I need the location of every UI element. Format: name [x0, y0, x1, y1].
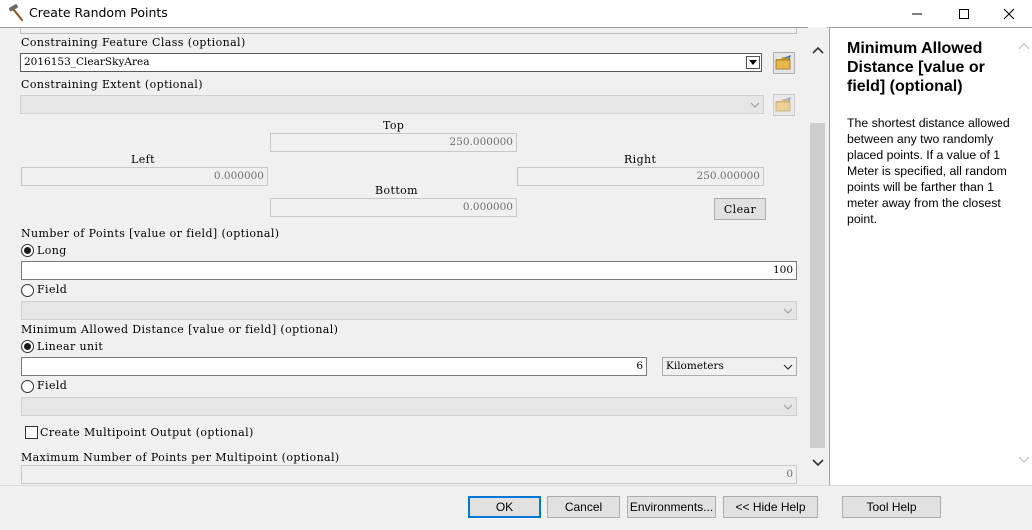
extent-left-label: Left	[131, 153, 155, 166]
help-panel: Minimum Allowed Distance [value or field…	[829, 27, 1032, 485]
scroll-up-button[interactable]	[808, 41, 827, 59]
constraining-extent-label: Constraining Extent (optional)	[21, 78, 203, 91]
chevron-down-icon[interactable]	[746, 56, 760, 69]
constraining-feature-class-combo[interactable]: 2016153_ClearSkyArea	[20, 53, 762, 72]
chevron-down-icon	[780, 398, 796, 415]
extent-right-input[interactable]: 250.000000	[517, 167, 764, 186]
long-radio-label: Long	[37, 244, 67, 257]
long-radio[interactable]	[21, 244, 34, 257]
chevron-down-icon	[811, 459, 824, 467]
maximize-icon	[959, 8, 969, 19]
constraining-feature-class-value: 2016153_ClearSkyArea	[24, 56, 150, 68]
chevron-down-icon[interactable]	[1018, 456, 1030, 464]
folder-icon	[775, 55, 791, 70]
max-points-label: Maximum Number of Points per Multipoint …	[21, 451, 340, 464]
window-title: Create Random Points	[29, 5, 168, 20]
previous-field-edge	[20, 28, 797, 34]
folder-icon	[775, 97, 791, 112]
button-bar: OK Cancel Environments... << Hide Help T…	[0, 485, 1032, 530]
distance-field-radio-label: Field	[37, 379, 68, 392]
browse-extent-button[interactable]	[773, 94, 795, 116]
scroll-thumb[interactable]	[810, 123, 825, 448]
unit-select-value: Kilometers	[666, 360, 724, 372]
number-of-points-input[interactable]: 100	[21, 261, 797, 280]
tool-help-button[interactable]: Tool Help	[842, 496, 941, 518]
browse-feature-class-button[interactable]	[773, 52, 795, 74]
minimum-distance-label: Minimum Allowed Distance [value or field…	[21, 323, 339, 336]
linear-unit-radio-label: Linear unit	[37, 340, 104, 353]
chevron-up-icon	[811, 46, 824, 54]
help-body: The shortest distance allowed between an…	[847, 116, 1010, 226]
linear-unit-radio[interactable]	[21, 340, 34, 353]
minimize-button[interactable]	[894, 0, 940, 27]
ok-button[interactable]: OK	[468, 496, 541, 518]
maximize-button[interactable]	[941, 0, 987, 27]
extent-top-input[interactable]: 250.000000	[270, 133, 517, 152]
max-points-input[interactable]: 0	[21, 465, 797, 484]
extent-top-label: Top	[383, 119, 405, 132]
distance-field-radio[interactable]	[21, 380, 34, 393]
parameters-panel: Constraining Feature Class (optional) 20…	[0, 27, 828, 485]
constraining-extent-combo[interactable]	[20, 95, 764, 114]
form-scrollbar[interactable]	[808, 27, 827, 485]
extent-bottom-input[interactable]: 0.000000	[270, 198, 517, 217]
hammer-icon	[8, 4, 24, 22]
help-title: Minimum Allowed Distance [value or field…	[847, 40, 985, 95]
close-icon	[1003, 8, 1015, 19]
number-of-points-label: Number of Points [value or field] (optio…	[21, 227, 280, 240]
chevron-down-icon	[780, 302, 796, 319]
cancel-button[interactable]: Cancel	[547, 496, 620, 518]
close-button[interactable]	[986, 0, 1032, 27]
points-field-radio-label: Field	[37, 283, 68, 296]
multipoint-checkbox[interactable]	[25, 426, 38, 439]
points-field-radio[interactable]	[21, 284, 34, 297]
unit-select[interactable]: Kilometers	[662, 357, 797, 376]
chevron-up-icon[interactable]	[1018, 42, 1030, 50]
extent-right-label: Right	[624, 153, 657, 166]
extent-left-input[interactable]: 0.000000	[21, 167, 268, 186]
multipoint-label: Create Multipoint Output (optional)	[40, 426, 254, 439]
constraining-feature-class-label: Constraining Feature Class (optional)	[21, 36, 246, 49]
points-field-combo[interactable]	[21, 301, 797, 320]
clear-extent-button[interactable]: Clear	[714, 198, 766, 220]
extent-bottom-label: Bottom	[375, 184, 419, 197]
distance-field-combo[interactable]	[21, 397, 797, 416]
scroll-down-button[interactable]	[808, 455, 827, 471]
linear-unit-input[interactable]: 6	[21, 357, 647, 376]
environments-button[interactable]: Environments...	[627, 496, 716, 518]
title-bar: Create Random Points	[0, 0, 1032, 27]
chevron-down-icon	[780, 358, 796, 375]
hide-help-button[interactable]: << Hide Help	[723, 496, 818, 518]
chevron-down-icon	[747, 96, 763, 113]
minimize-icon	[912, 13, 922, 14]
